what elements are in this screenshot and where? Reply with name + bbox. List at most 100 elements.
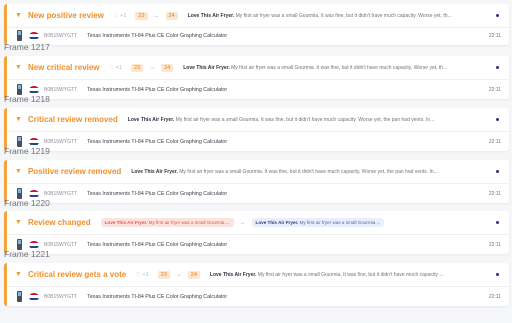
- asin-code[interactable]: B0B15WYGTT: [44, 139, 77, 145]
- product-title[interactable]: Texas Instruments TI-84 Plus CE Color Gr…: [87, 139, 489, 145]
- calculator-icon: [16, 291, 23, 302]
- alert-card-critical-review-removed[interactable]: ▼ Critical review removed Love This Air …: [4, 108, 509, 151]
- new-review-headline: Love This Air Fryer.: [255, 220, 299, 225]
- alert-title: Critical review gets a vote: [27, 270, 127, 279]
- arrow-right-icon: →: [239, 219, 246, 226]
- unread-indicator: [496, 170, 499, 173]
- chevron-down-icon[interactable]: ▼: [15, 12, 22, 19]
- review-headline: Love This Air Fryer.: [209, 271, 257, 278]
- frame-label: Frame 1218: [4, 94, 50, 104]
- chevron-down-icon[interactable]: ▼: [15, 219, 22, 226]
- review-body: My first air fryer was a small Gourmia. …: [231, 64, 448, 71]
- review-body: My first air fryer was a small Gourmia. …: [235, 12, 452, 19]
- alert-time: 22:11: [488, 293, 501, 300]
- alert-time: 22:11: [488, 190, 501, 197]
- review-body: My first air fryer was a small Gourmia. …: [179, 168, 438, 175]
- review-headline: Love This Air Fryer.: [183, 64, 230, 71]
- new-review-chip[interactable]: Love This Air Fryer. My first air fryer …: [251, 218, 385, 227]
- alert-card-critical-review-gets-a-vote[interactable]: ▼ Critical review gets a vote ◌ +1 23 → …: [4, 263, 509, 306]
- alert-time: 22:11: [488, 138, 501, 145]
- product-title[interactable]: Texas Instruments TI-84 Plus CE Color Gr…: [87, 294, 489, 300]
- unread-indicator: [496, 118, 499, 121]
- chevron-down-icon[interactable]: ▼: [15, 64, 22, 71]
- asin-code[interactable]: B0B15WYGTT: [44, 191, 77, 197]
- asin-code[interactable]: B0B15WYGTT: [44, 294, 77, 300]
- netherlands-flag-icon: [29, 137, 39, 146]
- chevron-down-icon[interactable]: ▼: [15, 168, 22, 175]
- product-title[interactable]: Texas Instruments TI-84 Plus CE Color Gr…: [87, 242, 489, 248]
- old-review-chip[interactable]: Love This Air Fryer. My first air fryer …: [100, 218, 234, 227]
- unread-indicator: [496, 66, 499, 69]
- alert-card-review-changed[interactable]: ▼ Review changed Love This Air Fryer. My…: [4, 211, 509, 254]
- rating-bubble-icon: ◌: [136, 271, 141, 278]
- arrow-right-icon: →: [149, 64, 156, 71]
- netherlands-flag-icon: [29, 31, 39, 40]
- alert-header[interactable]: ▼ New critical review ◌ +1 23 → 24 Love …: [7, 56, 509, 80]
- frame-label: Frame 1221: [4, 249, 50, 259]
- count-from-badge: 23: [157, 270, 170, 279]
- review-excerpt[interactable]: Love This Air Fryer. My first air fryer …: [131, 169, 490, 175]
- product-title[interactable]: Texas Instruments TI-84 Plus CE Color Gr…: [87, 87, 489, 93]
- alert-header[interactable]: ▼ Review changed Love This Air Fryer. My…: [7, 211, 509, 235]
- product-title[interactable]: Texas Instruments TI-84 Plus CE Color Gr…: [87, 191, 489, 197]
- review-headline: Love This Air Fryer.: [187, 12, 235, 19]
- calculator-icon: [16, 30, 23, 41]
- alert-title: Critical review removed: [27, 115, 118, 124]
- product-row[interactable]: B0B15WYGTT Texas Instruments TI-84 Plus …: [7, 26, 509, 45]
- unread-indicator: [496, 273, 499, 276]
- product-row[interactable]: B0B15WYGTT Texas Instruments TI-84 Plus …: [7, 184, 509, 203]
- review-excerpt[interactable]: Love This Air Fryer. My first air fryer …: [128, 117, 490, 123]
- product-row[interactable]: B0B15WYGTT Texas Instruments TI-84 Plus …: [7, 235, 509, 254]
- chevron-down-icon[interactable]: ▼: [15, 271, 22, 278]
- delta-label: +1: [120, 12, 127, 19]
- review-headline: Love This Air Fryer.: [131, 168, 178, 175]
- alert-header[interactable]: ▼ New positive review ◌ +1 23 → 24 Love …: [7, 4, 509, 28]
- new-review-body: My first air fryer was a small Gourmia .…: [299, 220, 381, 225]
- netherlands-flag-icon: [29, 240, 39, 249]
- product-row[interactable]: B0B15WYGTT Texas Instruments TI-84 Plus …: [7, 80, 509, 99]
- delta-label: +1: [142, 271, 149, 278]
- review-body: My first air fryer was a small Gourmia. …: [175, 116, 435, 123]
- unread-indicator: [496, 221, 499, 224]
- asin-code[interactable]: B0B15WYGTT: [44, 242, 77, 248]
- old-review-headline: Love This Air Fryer.: [104, 220, 148, 225]
- count-to-badge: 24: [165, 11, 178, 20]
- frame-label: Frame 1217: [4, 42, 50, 52]
- review-body: My first air fryer was a small Gourmia. …: [257, 271, 444, 278]
- asin-code[interactable]: B0B15WYGTT: [44, 87, 77, 93]
- alert-header[interactable]: ▼ Critical review removed Love This Air …: [7, 108, 509, 132]
- rating-bubble-icon: ◌: [113, 12, 119, 19]
- alert-time: 22:11: [488, 32, 501, 39]
- chevron-down-icon[interactable]: ▼: [15, 116, 22, 123]
- review-excerpt[interactable]: Love This Air Fryer. My first air fryer …: [188, 13, 490, 19]
- old-review-body: My first air fryer was a small Gourmia .…: [148, 220, 230, 225]
- alert-time: 22:11: [488, 86, 501, 93]
- rating-delta: ◌ +1: [114, 12, 126, 19]
- alert-card-new-critical-review[interactable]: ▼ New critical review ◌ +1 23 → 24 Love …: [4, 56, 509, 99]
- alert-title: New positive review: [27, 11, 104, 20]
- unread-indicator: [496, 14, 499, 17]
- netherlands-flag-icon: [29, 189, 39, 198]
- count-from-badge: 23: [135, 11, 148, 20]
- alert-title: Review changed: [27, 218, 91, 227]
- delta-label: +1: [115, 64, 122, 71]
- arrow-right-icon: →: [175, 271, 182, 278]
- count-from-badge: 23: [130, 63, 144, 72]
- product-title[interactable]: Texas Instruments TI-84 Plus CE Color Gr…: [87, 33, 489, 39]
- alert-card-new-positive-review[interactable]: ▼ New positive review ◌ +1 23 → 24 Love …: [4, 4, 509, 45]
- product-row[interactable]: B0B15WYGTT Texas Instruments TI-84 Plus …: [7, 132, 509, 151]
- alert-time: 22:11: [488, 241, 501, 248]
- netherlands-flag-icon: [29, 85, 39, 94]
- alert-header[interactable]: ▼ Positive review removed Love This Air …: [7, 160, 509, 184]
- frame-label: Frame 1219: [4, 146, 50, 156]
- review-excerpt[interactable]: Love This Air Fryer. My first air fryer …: [183, 65, 490, 71]
- count-to-badge: 24: [161, 63, 174, 72]
- product-row[interactable]: B0B15WYGTT Texas Instruments TI-84 Plus …: [7, 287, 509, 306]
- asin-code[interactable]: B0B15WYGTT: [44, 33, 77, 39]
- review-excerpt[interactable]: Love This Air Fryer. My first air fryer …: [210, 272, 490, 278]
- rating-delta: ◌ +1: [136, 271, 148, 278]
- arrow-right-icon: →: [153, 12, 160, 19]
- alert-header[interactable]: ▼ Critical review gets a vote ◌ +1 23 → …: [7, 263, 509, 287]
- alert-card-positive-review-removed[interactable]: ▼ Positive review removed Love This Air …: [4, 160, 509, 203]
- review-headline: Love This Air Fryer.: [127, 116, 175, 123]
